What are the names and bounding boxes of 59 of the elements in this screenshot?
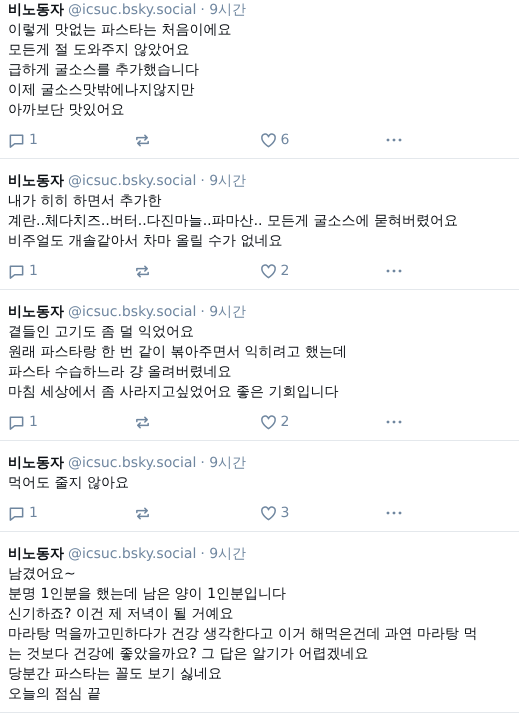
repost-icon[interactable] <box>134 132 151 148</box>
more-icon[interactable] <box>385 268 404 274</box>
post-text: 원래 파스타랑 한 번 같이 볶아주면서 익히려고 했는데 <box>8 343 348 362</box>
post-text: 오늘의 점심 끝 <box>8 685 102 704</box>
reply-icon[interactable] <box>8 414 25 430</box>
post-text: 남겼어요~ <box>8 565 77 584</box>
post-time: · 9시간 <box>200 303 246 321</box>
post-text: 마침 세상에서 좀 사라지고싶었어요 좋은 기회입니다 <box>8 383 340 402</box>
reply-icon[interactable] <box>8 504 25 522</box>
post-time: · 9시간 <box>200 172 246 190</box>
post-text: 는 것보다 건강에 좋았을까요? 그 답은 알기가 어렵겠네요 <box>8 645 370 664</box>
author-name[interactable]: 비노동자 <box>8 454 64 472</box>
post-text: 비주얼도 개솔같아서 차마 올릴 수가 없네요 <box>8 232 284 251</box>
like-icon[interactable] <box>260 414 276 430</box>
post-text: 이제 굴소스맛밖에나지않지만 <box>8 81 196 100</box>
post-text: 이렇게 맛없는 파스타는 처음이에요 <box>8 21 232 40</box>
author-name[interactable]: 비노동자 <box>8 303 64 321</box>
author-name[interactable]: 비노동자 <box>8 545 64 563</box>
post-text: 계란..체다치즈..버터..다진마늘..파마산.. 모든게 굴소스에 묻혀버렸어요 <box>8 212 459 231</box>
reply-count: 1 <box>29 132 38 148</box>
like-count: 2 <box>280 263 290 279</box>
like-icon[interactable] <box>260 262 276 280</box>
post-time: · 9시간 <box>200 545 246 563</box>
more-icon[interactable] <box>385 137 404 143</box>
repost-icon[interactable] <box>134 262 151 280</box>
post-text: 내가 히히 하면서 추가한 <box>8 192 162 211</box>
reply-icon[interactable] <box>8 262 25 280</box>
repost-icon[interactable] <box>134 504 151 522</box>
reply-icon[interactable] <box>8 132 25 148</box>
post-text: 먹어도 줄지 않아요 <box>8 474 130 493</box>
reply-count: 1 <box>29 505 38 521</box>
post-text: 당분간 파스타는 꼴도 보기 싫네요 <box>8 665 223 684</box>
author-handle[interactable]: @icsuc.bsky.social <box>68 455 196 471</box>
post-text: 곁들인 고기도 좀 덜 익었어요 <box>8 323 195 342</box>
more-icon[interactable] <box>385 510 404 516</box>
like-count: 3 <box>280 505 290 521</box>
repost-icon[interactable] <box>134 414 151 430</box>
author-handle[interactable]: @icsuc.bsky.social <box>68 546 196 562</box>
author-handle[interactable]: @icsuc.bsky.social <box>68 173 196 189</box>
author-handle[interactable]: @icsuc.bsky.social <box>68 2 196 18</box>
reply-count: 1 <box>29 414 38 430</box>
author-name[interactable]: 비노동자 <box>8 1 64 19</box>
like-icon[interactable] <box>260 132 276 148</box>
post-text: 신기하죠? 이건 제 저녁이 될 거예요 <box>8 605 235 624</box>
like-count: 2 <box>280 414 290 430</box>
post-text: 마라탕 먹을까고민하다가 건강 생각한다고 이거 해먹은건데 과연 마라탕 먹 <box>8 625 479 644</box>
post-time: · 9시간 <box>200 1 246 19</box>
post-time: · 9시간 <box>200 454 246 472</box>
post-text: 급하게 굴소스를 추가했습니다 <box>8 61 200 80</box>
like-count: 6 <box>280 132 290 148</box>
like-icon[interactable] <box>260 504 276 522</box>
author-handle[interactable]: @icsuc.bsky.social <box>68 304 196 320</box>
reply-count: 1 <box>29 263 38 279</box>
post-text: 파스타 수습하느라 걍 올려버렸네요 <box>8 363 232 382</box>
author-name[interactable]: 비노동자 <box>8 172 64 190</box>
post-text: 아까보단 맛있어요 <box>8 101 126 120</box>
post-text: 모든게 절 도와주지 않았어요 <box>8 41 190 60</box>
post-text: 분명 1인분을 했는데 남은 양이 1인분입니다 <box>8 585 288 604</box>
more-icon[interactable] <box>385 419 404 425</box>
